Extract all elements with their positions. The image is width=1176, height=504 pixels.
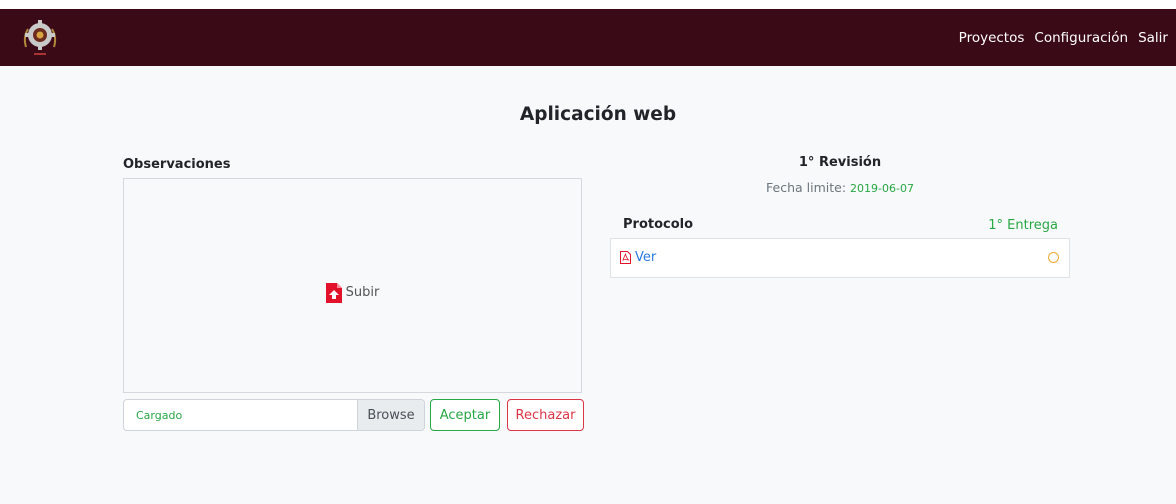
accept-button[interactable]: Aceptar — [430, 399, 500, 431]
nav-settings-link[interactable]: Configuración — [1034, 30, 1128, 46]
file-status-text: Cargado — [136, 408, 183, 422]
nav-logout-link[interactable]: Salir — [1138, 30, 1168, 46]
file-input[interactable]: Cargado Browse — [123, 399, 425, 431]
upload-prompt: Subir — [325, 282, 380, 303]
pdf-file-icon — [620, 251, 631, 264]
protocol-file-card: Ver — [610, 238, 1070, 278]
review-title: 1° Revisión — [798, 155, 882, 170]
pending-circle-icon — [1048, 252, 1059, 263]
file-upload-icon — [325, 282, 342, 303]
nav-links: Proyectos Configuración Salir — [959, 9, 1168, 66]
deadline-line: Fecha limite: 2019-06-07 — [610, 180, 1070, 195]
deadline-date: 2019-06-07 — [850, 182, 914, 195]
view-label: Ver — [635, 250, 657, 265]
protocol-label: Protocolo — [623, 217, 694, 232]
view-file-link[interactable]: Ver — [620, 250, 656, 265]
upload-label: Subir — [345, 285, 380, 300]
page-title: Aplicación web — [519, 104, 677, 125]
deadline-label: Fecha limite: — [766, 180, 847, 195]
nav-projects-link[interactable]: Proyectos — [959, 30, 1025, 46]
top-strip — [0, 0, 1176, 9]
gear-logo-icon[interactable] — [20, 17, 60, 59]
browse-button[interactable]: Browse — [357, 400, 424, 430]
upload-dropzone[interactable]: Subir — [123, 178, 582, 393]
observations-label: Observaciones — [123, 157, 231, 172]
delivery-label: 1° Entrega — [988, 218, 1058, 233]
reject-button[interactable]: Rechazar — [507, 399, 584, 431]
navbar: Proyectos Configuración Salir — [0, 9, 1176, 66]
